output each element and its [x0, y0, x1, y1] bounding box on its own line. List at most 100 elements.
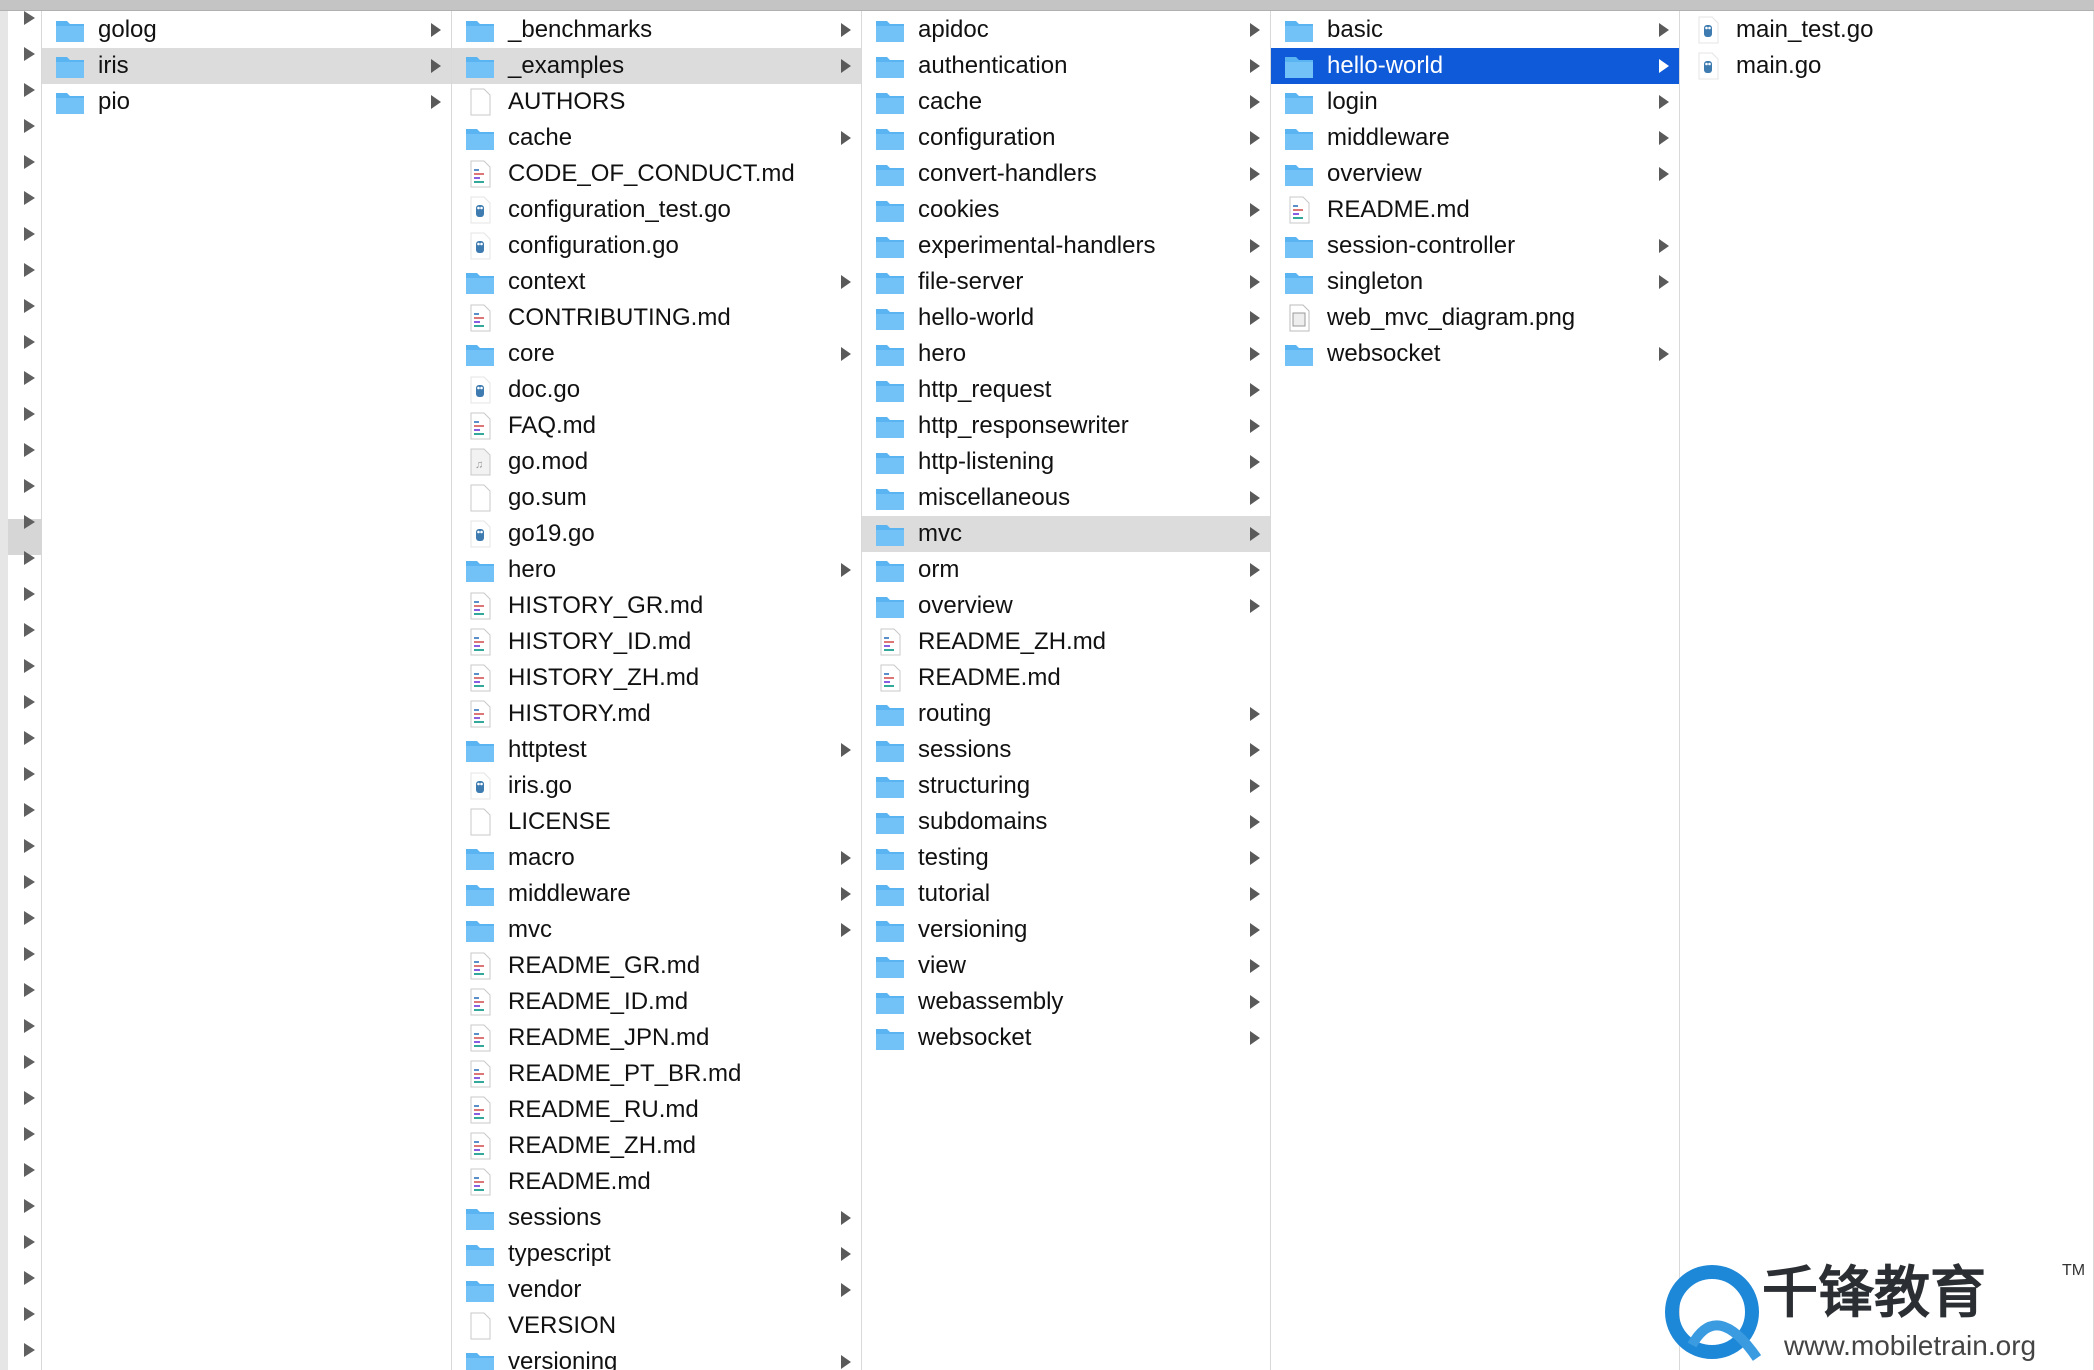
folder-item[interactable]: convert-handlers [862, 156, 1270, 192]
file-item[interactable]: README.md [452, 1164, 861, 1200]
folder-item[interactable]: mvc [862, 516, 1270, 552]
folder-item[interactable]: cache [862, 84, 1270, 120]
folder-item[interactable]: http_request [862, 372, 1270, 408]
folder-item[interactable]: cookies [862, 192, 1270, 228]
file-item[interactable]: README_ID.md [452, 984, 861, 1020]
disclosure-arrow-icon[interactable] [24, 623, 35, 637]
disclosure-arrow-icon[interactable] [24, 983, 35, 997]
disclosure-arrow-icon[interactable] [24, 731, 35, 745]
disclosure-arrow-icon[interactable] [24, 1127, 35, 1141]
disclosure-arrow-icon[interactable] [24, 191, 35, 205]
folder-item[interactable]: tutorial [862, 876, 1270, 912]
folder-item[interactable]: http-listening [862, 444, 1270, 480]
file-item[interactable]: ♫ go.mod [452, 444, 861, 480]
disclosure-arrow-icon[interactable] [24, 515, 35, 529]
folder-item[interactable]: miscellaneous [862, 480, 1270, 516]
disclosure-arrow-icon[interactable] [24, 299, 35, 313]
folder-item[interactable]: overview [1271, 156, 1679, 192]
file-item[interactable]: main_test.go [1680, 12, 2093, 48]
disclosure-arrow-icon[interactable] [24, 875, 35, 889]
folder-item[interactable]: file-server [862, 264, 1270, 300]
folder-item[interactable]: session-controller [1271, 228, 1679, 264]
disclosure-arrow-icon[interactable] [24, 47, 35, 61]
disclosure-arrow-icon[interactable] [24, 119, 35, 133]
folder-item[interactable]: configuration [862, 120, 1270, 156]
file-item[interactable]: README_GR.md [452, 948, 861, 984]
file-item[interactable]: README_ZH.md [862, 624, 1270, 660]
folder-item[interactable]: iris [42, 48, 451, 84]
file-item[interactable]: HISTORY_ZH.md [452, 660, 861, 696]
disclosure-arrow-icon[interactable] [24, 1091, 35, 1105]
folder-item[interactable]: versioning [452, 1344, 861, 1370]
disclosure-arrow-icon[interactable] [24, 1235, 35, 1249]
scroll-edge[interactable] [0, 11, 8, 1370]
file-item[interactable]: README_RU.md [452, 1092, 861, 1128]
disclosure-arrow-icon[interactable] [24, 659, 35, 673]
disclosure-arrow-icon[interactable] [24, 1163, 35, 1177]
folder-item[interactable]: singleton [1271, 264, 1679, 300]
file-item[interactable]: AUTHORS [452, 84, 861, 120]
folder-item[interactable]: versioning [862, 912, 1270, 948]
file-item[interactable]: README_PT_BR.md [452, 1056, 861, 1092]
disclosure-arrow-icon[interactable] [24, 1055, 35, 1069]
disclosure-arrow-icon[interactable] [24, 1307, 35, 1321]
file-item[interactable]: LICENSE [452, 804, 861, 840]
folder-item[interactable]: websocket [1271, 336, 1679, 372]
file-item[interactable]: VERSION [452, 1308, 861, 1344]
disclosure-arrow-icon[interactable] [24, 551, 35, 565]
folder-item[interactable]: http_responsewriter [862, 408, 1270, 444]
folder-item[interactable]: cache [452, 120, 861, 156]
disclosure-arrow-icon[interactable] [24, 1343, 35, 1357]
disclosure-arrow-icon[interactable] [24, 11, 35, 25]
folder-item[interactable]: _examples [452, 48, 861, 84]
folder-item[interactable]: httptest [452, 732, 861, 768]
folder-item[interactable]: login [1271, 84, 1679, 120]
file-item[interactable]: web_mvc_diagram.png [1271, 300, 1679, 336]
folder-item[interactable]: pio [42, 84, 451, 120]
file-item[interactable]: README_ZH.md [452, 1128, 861, 1164]
disclosure-arrow-icon[interactable] [24, 803, 35, 817]
folder-item[interactable]: hello-world [1271, 48, 1679, 84]
file-item[interactable]: HISTORY.md [452, 696, 861, 732]
folder-item[interactable]: subdomains [862, 804, 1270, 840]
folder-item[interactable]: websocket [862, 1020, 1270, 1056]
folder-item[interactable]: hello-world [862, 300, 1270, 336]
disclosure-arrow-icon[interactable] [24, 335, 35, 349]
folder-item[interactable]: mvc [452, 912, 861, 948]
folder-item[interactable]: basic [1271, 12, 1679, 48]
file-item[interactable]: README.md [862, 660, 1270, 696]
file-item[interactable]: FAQ.md [452, 408, 861, 444]
file-item[interactable]: README.md [1271, 192, 1679, 228]
folder-item[interactable]: apidoc [862, 12, 1270, 48]
file-item[interactable]: iris.go [452, 768, 861, 804]
folder-item[interactable]: testing [862, 840, 1270, 876]
folder-item[interactable]: authentication [862, 48, 1270, 84]
file-item[interactable]: HISTORY_GR.md [452, 588, 861, 624]
folder-item[interactable]: hero [862, 336, 1270, 372]
file-item[interactable]: go19.go [452, 516, 861, 552]
folder-item[interactable]: middleware [452, 876, 861, 912]
file-item[interactable]: HISTORY_ID.md [452, 624, 861, 660]
file-item[interactable]: CODE_OF_CONDUCT.md [452, 156, 861, 192]
disclosure-arrow-icon[interactable] [24, 767, 35, 781]
disclosure-arrow-icon[interactable] [24, 911, 35, 925]
disclosure-arrow-icon[interactable] [24, 155, 35, 169]
disclosure-arrow-icon[interactable] [24, 263, 35, 277]
disclosure-arrow-icon[interactable] [24, 947, 35, 961]
folder-item[interactable]: context [452, 264, 861, 300]
file-item[interactable]: CONTRIBUTING.md [452, 300, 861, 336]
disclosure-arrow-icon[interactable] [24, 443, 35, 457]
folder-item[interactable]: structuring [862, 768, 1270, 804]
folder-item[interactable]: golog [42, 12, 451, 48]
folder-item[interactable]: experimental-handlers [862, 228, 1270, 264]
file-item[interactable]: doc.go [452, 372, 861, 408]
disclosure-arrow-icon[interactable] [24, 1271, 35, 1285]
disclosure-arrow-icon[interactable] [24, 479, 35, 493]
disclosure-arrow-icon[interactable] [24, 1019, 35, 1033]
file-item[interactable]: configuration_test.go [452, 192, 861, 228]
disclosure-arrow-icon[interactable] [24, 371, 35, 385]
folder-item[interactable]: orm [862, 552, 1270, 588]
folder-item[interactable]: macro [452, 840, 861, 876]
disclosure-arrow-icon[interactable] [24, 227, 35, 241]
file-item[interactable]: README_JPN.md [452, 1020, 861, 1056]
